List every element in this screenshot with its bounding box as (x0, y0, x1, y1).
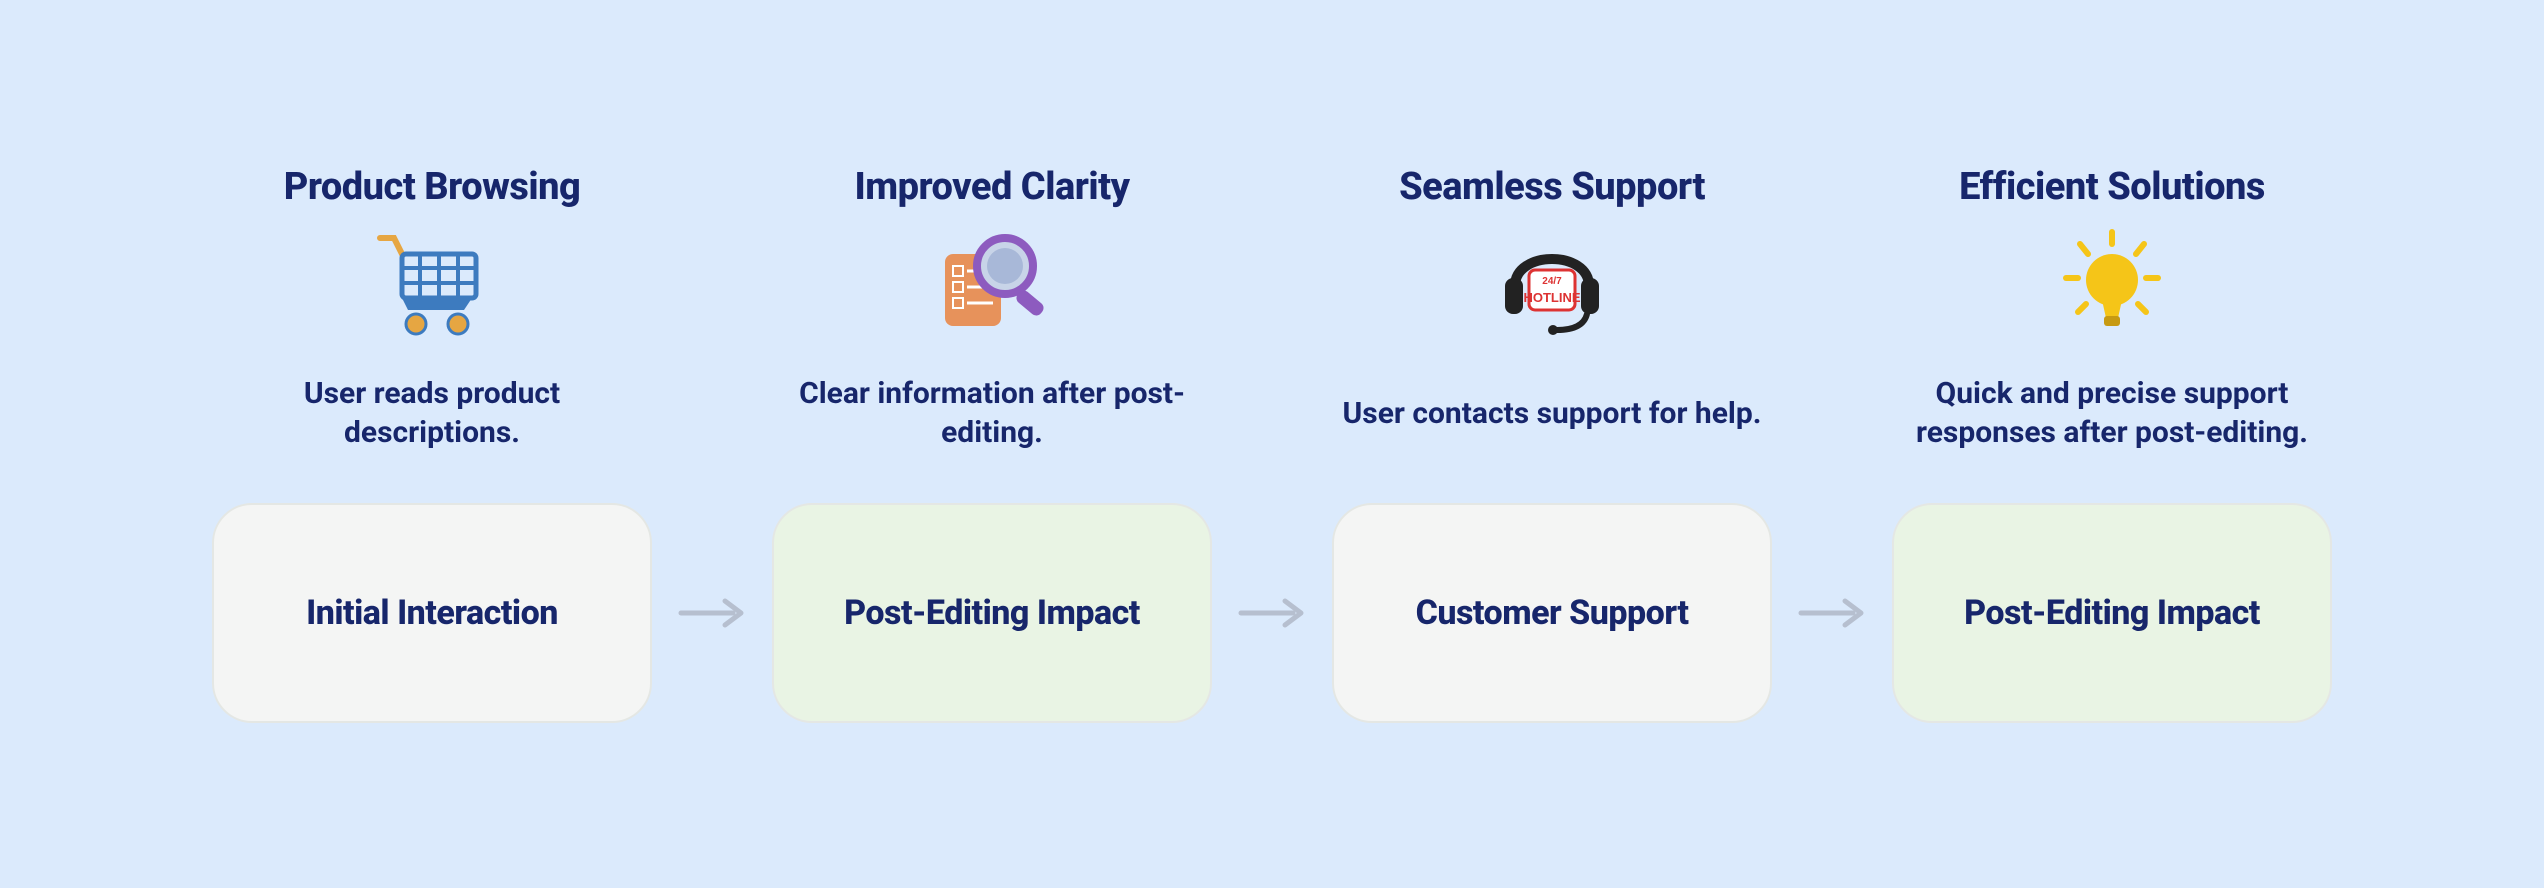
badge-top: 24/7 (1542, 276, 1562, 287)
lightbulb-icon (2052, 223, 2172, 343)
arrow-icon (1792, 503, 1872, 723)
step-title: Product Browsing (284, 165, 581, 209)
card-label: Post-Editing Impact (1964, 593, 2260, 633)
step-title: Seamless Support (1399, 165, 1705, 209)
card-initial-interaction: Initial Interaction (212, 503, 652, 723)
card-post-editing-impact: Post-Editing Impact (772, 503, 1212, 723)
headset-hotline-icon: 24/7 HOTLINE (1487, 223, 1617, 343)
step-efficient-solutions: Efficient Solutions Quick and precise su… (1872, 165, 2352, 723)
step-description: Quick and precise support responses afte… (1902, 353, 2322, 473)
step-seamless-support: Seamless Support 24/7 HOTLINE User conta… (1312, 165, 1792, 723)
badge-main: HOTLINE (1523, 290, 1580, 305)
arrow-icon (672, 503, 752, 723)
process-flow: Product Browsing User reads product desc… (72, 165, 2472, 723)
card-customer-support: Customer Support (1332, 503, 1772, 723)
arrow-icon (1232, 503, 1312, 723)
card-label: Initial Interaction (306, 593, 558, 633)
step-description: User reads product descriptions. (222, 353, 642, 473)
step-description: User contacts support for help. (1343, 353, 1762, 473)
card-label: Customer Support (1416, 593, 1689, 633)
magnifier-document-icon (927, 223, 1057, 343)
step-title: Improved Clarity (854, 165, 1129, 209)
step-product-browsing: Product Browsing User reads product desc… (192, 165, 672, 723)
card-post-editing-impact: Post-Editing Impact (1892, 503, 2332, 723)
step-improved-clarity: Improved Clarity Clear information after… (752, 165, 1232, 723)
card-label: Post-Editing Impact (844, 593, 1140, 633)
step-description: Clear information after post-editing. (782, 353, 1202, 473)
step-title: Efficient Solutions (1959, 165, 2265, 209)
shopping-cart-icon (372, 223, 492, 343)
